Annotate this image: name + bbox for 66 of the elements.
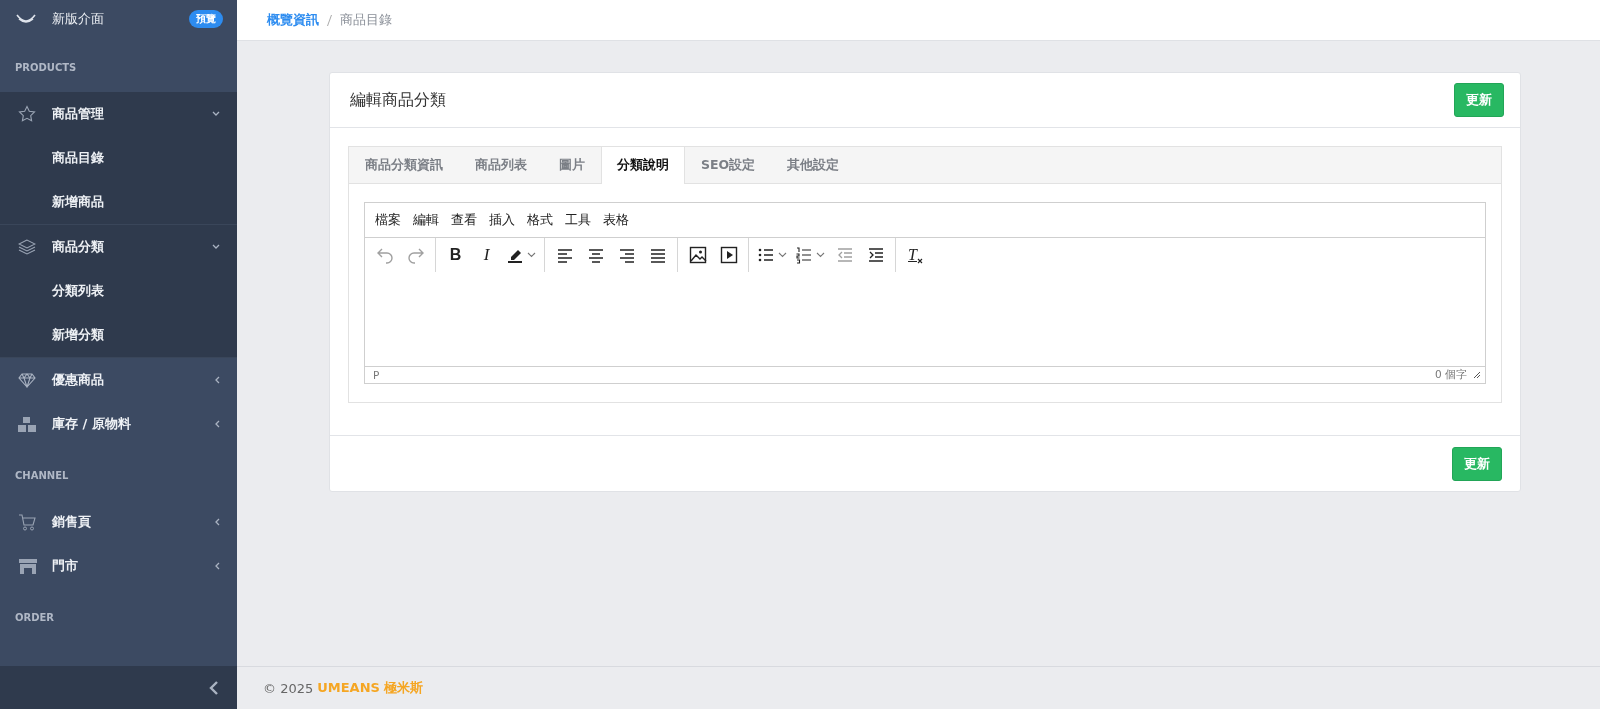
outdent-icon xyxy=(835,246,854,264)
editor-menu-item[interactable]: 工具 xyxy=(559,211,597,229)
align-center-icon xyxy=(586,246,605,264)
editor-menu-item[interactable]: 插入 xyxy=(483,211,521,229)
clear-format-button[interactable]: T xyxy=(900,240,931,270)
company-name: UMEANS 極米斯 xyxy=(317,679,424,697)
element-path: P xyxy=(373,369,381,381)
editor-menu-item[interactable]: 格式 xyxy=(521,211,559,229)
submenu-item[interactable]: 商品目錄 xyxy=(0,136,237,180)
align-left-icon xyxy=(555,246,574,264)
image-icon xyxy=(688,246,707,264)
menu-item[interactable]: 門市 xyxy=(0,544,237,588)
undo-icon xyxy=(375,246,394,264)
resize-handle-icon[interactable] xyxy=(1473,371,1481,379)
bullet-list-icon xyxy=(757,246,775,264)
menu-item[interactable]: 優惠商品 xyxy=(0,358,237,402)
diamond-icon xyxy=(18,372,36,388)
boxes-icon xyxy=(18,416,36,432)
tab[interactable]: 分類說明 xyxy=(601,147,685,184)
numbered-list-icon xyxy=(795,246,813,264)
menu-item[interactable]: 庫存 / 原物料 xyxy=(0,402,237,446)
redo-icon xyxy=(406,246,425,264)
editor-menu-item[interactable]: 檔案 xyxy=(369,211,407,229)
chevron-down-icon xyxy=(212,111,220,117)
cart-icon xyxy=(18,513,36,531)
indent-icon xyxy=(866,246,885,264)
copyright-text: © 2025 xyxy=(263,680,314,696)
tab[interactable]: 圖片 xyxy=(543,147,601,184)
breadcrumb-link[interactable]: 概覽資訊 xyxy=(267,11,319,29)
brand-label[interactable]: 新版介面 xyxy=(52,10,189,28)
breadcrumb-current: 商品目錄 xyxy=(340,11,392,29)
section-heading: CHANNEL xyxy=(14,469,70,483)
menu-item[interactable]: 銷售頁 xyxy=(0,500,237,544)
word-count: 0 個字 xyxy=(1434,368,1467,382)
small-x-icon xyxy=(916,258,923,264)
justify-icon xyxy=(648,246,667,264)
italic-button[interactable]: I xyxy=(471,240,502,270)
editor-menu-item[interactable]: 查看 xyxy=(445,211,483,229)
tab[interactable]: 商品列表 xyxy=(459,147,543,184)
section-heading: PRODUCTS xyxy=(14,61,78,75)
editor-menu-item[interactable]: 編輯 xyxy=(407,211,445,229)
tab[interactable]: SEO設定 xyxy=(685,147,772,184)
chevron-left-icon xyxy=(214,376,220,384)
preview-badge: 預覽 xyxy=(189,10,223,28)
submenu-item[interactable]: 分類列表 xyxy=(0,269,237,313)
card-title: 編輯商品分類 xyxy=(350,89,446,111)
layers-icon xyxy=(18,239,36,255)
menu-item[interactable]: 商品管理 xyxy=(0,92,237,136)
bold-button[interactable]: B xyxy=(440,240,471,270)
submenu-item[interactable]: 新增分類 xyxy=(0,313,237,357)
chevron-left-icon xyxy=(214,562,220,570)
section-heading: ORDER xyxy=(14,611,56,625)
submenu-item[interactable]: 新增商品 xyxy=(0,180,237,224)
tab[interactable]: 商品分類資訊 xyxy=(349,147,459,184)
chevron-left-icon xyxy=(214,420,220,428)
tab[interactable]: 其他設定 xyxy=(771,147,856,184)
store-icon xyxy=(18,557,38,575)
star-icon xyxy=(18,105,36,123)
chevron-down-icon xyxy=(212,244,220,250)
wings-icon xyxy=(16,13,36,25)
editor-menu-item[interactable]: 表格 xyxy=(597,211,635,229)
align-right-icon xyxy=(617,246,636,264)
collapse-icon[interactable] xyxy=(209,680,219,695)
chevron-left-icon xyxy=(214,518,220,526)
menu-item[interactable]: 商品分類 xyxy=(0,225,237,269)
play-icon xyxy=(719,246,738,264)
